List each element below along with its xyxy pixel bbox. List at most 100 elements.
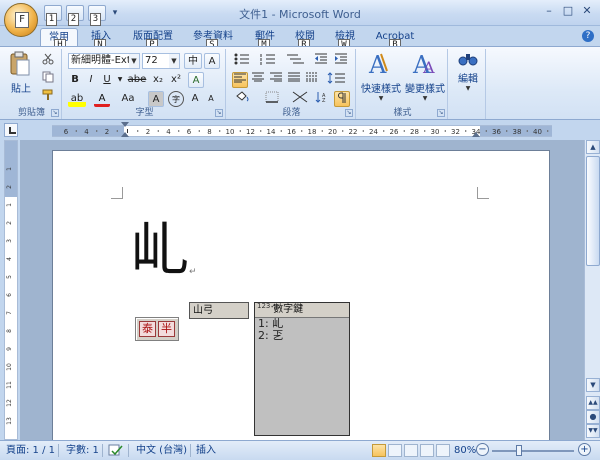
distribute-button[interactable] [304, 72, 320, 88]
close-button[interactable]: ✕ [578, 3, 596, 19]
help-icon[interactable]: ? [582, 30, 594, 42]
paste-button[interactable]: 貼上 [8, 51, 34, 101]
ime-toolbar[interactable]: 泰 半 [135, 317, 179, 341]
office-button[interactable]: F [4, 3, 38, 37]
copy-button[interactable] [40, 71, 56, 87]
char-border-button[interactable]: A [204, 53, 220, 69]
chevron-down-icon[interactable]: ▼ [116, 72, 124, 88]
previous-page-button[interactable]: ▲▲ [586, 396, 600, 410]
zoom-level[interactable]: 80% [454, 444, 476, 458]
ruler-tick-label: 6 [187, 128, 192, 136]
vertical-scrollbar[interactable]: ▲ ▼ ▲▲ ● ▼▼ [584, 140, 600, 440]
align-center-button[interactable] [250, 72, 266, 88]
borders-icon [265, 91, 279, 103]
customize-qat-button[interactable]: ▾ [110, 5, 120, 21]
document-text[interactable]: 乢 [131, 221, 189, 279]
styles-launcher[interactable]: ↘ [437, 109, 445, 117]
zoom-out-button[interactable]: − [476, 443, 489, 456]
insert-mode-indicator[interactable]: 插入 [196, 444, 216, 458]
bullets-button[interactable] [232, 53, 256, 69]
quick-styles-button[interactable]: A 快速樣式 ▼ [360, 51, 402, 105]
vertical-ruler-tick-label: 2 [6, 185, 13, 189]
window-controls: – □ ✕ [540, 3, 596, 19]
scroll-up-button[interactable]: ▲ [586, 140, 600, 154]
scroll-down-button[interactable]: ▼ [586, 378, 600, 392]
align-right-button[interactable] [268, 72, 284, 88]
clear-formatting-button[interactable]: A [188, 72, 204, 88]
ruler-tick-label: 8 [207, 128, 211, 136]
zoom-slider-thumb[interactable] [516, 445, 522, 456]
hanging-indent-marker[interactable] [121, 132, 129, 137]
font-launcher[interactable]: ↘ [215, 109, 223, 117]
save-button[interactable]: 1 [44, 5, 62, 26]
ruler-tick-label: 4 [166, 128, 171, 136]
outline-view-button[interactable] [420, 444, 434, 457]
proofing-icon[interactable] [108, 444, 124, 460]
change-styles-button[interactable]: AA 變更樣式 ▼ [404, 51, 446, 105]
ime-candidate-window[interactable]: 123✓ 數字鍵 1: 乢 2: 乤 [254, 302, 350, 436]
numbering-button[interactable] [258, 53, 282, 69]
cut-button[interactable] [40, 53, 56, 69]
candidate-title: 數字鍵 [273, 304, 304, 315]
draft-view-button[interactable] [436, 444, 450, 457]
subscript-button[interactable]: x₂ [150, 72, 166, 88]
sort-icon: AZ [315, 92, 326, 104]
word-count[interactable]: 字數: 1 [66, 444, 99, 458]
zoom-slider[interactable] [492, 450, 574, 452]
format-painter-button[interactable] [40, 89, 56, 105]
font-size-combo[interactable]: 72 ▼ [142, 53, 180, 69]
align-left-button[interactable] [232, 72, 248, 88]
document-area: 乢 ↵ 泰 半 山弓 123✓ 數字鍵 1: 乢 2: 乤 [20, 140, 584, 440]
align-left-icon [234, 73, 246, 83]
vertical-ruler-tick-label: 6 [6, 293, 13, 297]
font-group: 新細明體-Exti ▼ 72 ▼ 中 A B I U ▼ abe x₂ x² A… [64, 49, 226, 119]
editing-button[interactable]: 編輯 ▼ [454, 51, 482, 117]
ruler-tick-label: 38 [513, 128, 522, 136]
right-indent-marker[interactable] [472, 132, 480, 137]
increase-indent-button[interactable] [332, 53, 350, 69]
font-group-label: 字型 [135, 108, 154, 118]
justify-button[interactable] [286, 72, 302, 88]
strikethrough-button[interactable]: abe [126, 72, 148, 88]
underline-button[interactable]: U [100, 72, 114, 88]
page-indicator[interactable]: 頁面: 1 / 1 [6, 444, 55, 458]
ruler-strip[interactable]: 6422468101214161820222426283032343638404… [52, 122, 552, 137]
multilevel-list-button[interactable] [284, 53, 308, 69]
decrease-indent-button[interactable] [312, 53, 330, 69]
paragraph-launcher[interactable]: ↘ [345, 109, 353, 117]
vertical-ruler-tick-label: 5 [6, 275, 13, 279]
full-screen-reading-view-button[interactable] [388, 444, 402, 457]
next-page-button[interactable]: ▼▼ [586, 424, 600, 438]
ribbon: 貼上 剪貼簿 ↘ 新細明體-Exti ▼ 72 ▼ 中 A B I U ▼ ab… [0, 46, 600, 120]
redo-button[interactable]: 3 [88, 5, 106, 26]
ime-mode-button[interactable]: 泰 [139, 321, 156, 337]
candidate-item[interactable]: 2: 乤 [255, 330, 349, 342]
quick-styles-label: 快速樣式 [361, 84, 401, 95]
minimize-button[interactable]: – [540, 3, 558, 19]
ruler-tick-label: 26 [390, 128, 399, 136]
tab-selector[interactable] [4, 123, 18, 137]
crop-mark [111, 187, 123, 199]
ruler-tick-label: 2 [146, 128, 150, 136]
web-layout-view-button[interactable] [404, 444, 418, 457]
bold-button[interactable]: B [68, 72, 82, 88]
undo-button[interactable]: 2 [66, 5, 84, 26]
document-page[interactable]: 乢 ↵ 泰 半 山弓 123✓ 數字鍵 1: 乢 2: 乤 [52, 150, 550, 440]
scroll-thumb[interactable] [586, 156, 600, 266]
select-browse-object-button[interactable]: ● [586, 410, 600, 424]
clipboard-launcher[interactable]: ↘ [51, 109, 59, 117]
first-line-indent-marker[interactable] [121, 122, 129, 127]
print-layout-view-button[interactable] [372, 444, 386, 457]
maximize-button[interactable]: □ [559, 3, 577, 19]
zoom-in-button[interactable]: + [578, 443, 591, 456]
superscript-button[interactable]: x² [168, 72, 184, 88]
crop-mark [477, 187, 489, 199]
phonetic-guide-button[interactable]: 中 [184, 53, 202, 69]
ruler-tick-label: 20 [328, 128, 337, 136]
vertical-ruler[interactable]: 1 2 1 2 3 4 5 6 7 8 9 10 11 12 13 [4, 140, 18, 440]
font-name-combo[interactable]: 新細明體-Exti ▼ [68, 53, 140, 69]
italic-button[interactable]: I [84, 72, 98, 88]
ime-width-button[interactable]: 半 [158, 321, 175, 337]
language-indicator[interactable]: 中文 (台灣) [136, 444, 187, 458]
line-spacing-button[interactable] [324, 72, 350, 88]
